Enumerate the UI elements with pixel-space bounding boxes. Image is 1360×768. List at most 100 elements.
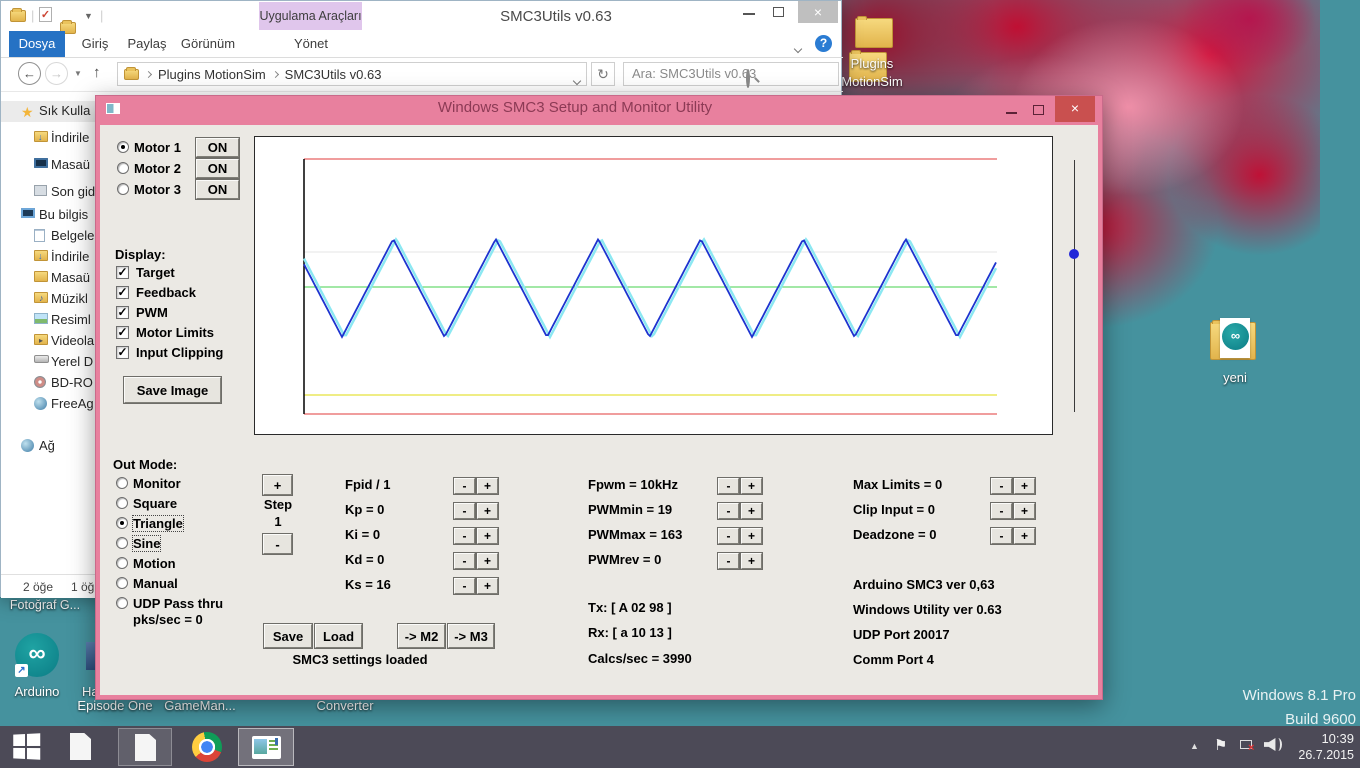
breadcrumb-chevron-icon[interactable]: [272, 70, 279, 77]
minimize-button[interactable]: [743, 13, 755, 15]
nav-divider: [1, 91, 843, 92]
sidebar-item-3[interactable]: Son gid: [1, 182, 97, 203]
sidebar-item-0[interactable]: Sık Kulla: [1, 101, 97, 122]
ribbon-tab-2[interactable]: Paylaş: [121, 31, 173, 57]
ribbon-tab-4[interactable]: Yönet: [283, 31, 339, 57]
desktop-label-gameman[interactable]: GameMan...: [145, 698, 255, 713]
sidebar-item-10[interactable]: Videola: [1, 331, 97, 352]
sidebar-item-label: Müzikl: [51, 291, 88, 306]
computer-icon: [21, 208, 35, 218]
videos-folder-icon: [34, 334, 48, 345]
arduino-disc-icon: ∞: [1222, 323, 1249, 350]
sidebar-item-label: Son gid: [51, 184, 95, 199]
icon-label: Arduino: [0, 684, 74, 699]
clock[interactable]: 10:39 26.7.2015: [1292, 730, 1354, 764]
app-folder-icon: [10, 10, 26, 22]
quick-access-doc-check-icon[interactable]: ✓: [39, 7, 52, 22]
sidebar-item-9[interactable]: Resiml: [1, 310, 97, 331]
sidebar-item-label: Masaü: [51, 157, 90, 172]
sidebar-item-4[interactable]: Bu bilgis: [1, 205, 97, 226]
qat-customize-icon[interactable]: ▼: [84, 11, 93, 21]
network-icon: [21, 439, 34, 452]
sidebar-item-5[interactable]: Belgele: [1, 226, 97, 247]
address-bar[interactable]: Plugins MotionSim SMC3Utils v0.63: [117, 62, 587, 86]
taskbar-document-icon[interactable]: [70, 733, 91, 760]
breadcrumb-chevron-icon[interactable]: [145, 70, 152, 77]
sidebar-item-13[interactable]: FreeAg: [1, 394, 97, 415]
taskbar-item-notepad[interactable]: [118, 728, 172, 766]
recent-locations-chevron-icon[interactable]: ▼: [74, 69, 82, 78]
sidebar-item-label: Belgele: [51, 228, 94, 243]
ribbon-tab-1[interactable]: Giriş: [71, 31, 119, 57]
sidebar-item-2[interactable]: Masaü: [1, 155, 97, 176]
disc-drive-icon: [34, 376, 46, 388]
sidebar-item-label: Resiml: [51, 312, 91, 327]
sidebar-item-6[interactable]: İndirile: [1, 247, 97, 268]
desktop-label-converter[interactable]: Converter: [300, 698, 390, 713]
start-button[interactable]: [13, 733, 40, 759]
search-input[interactable]: Ara: SMC3Utils v0.63: [623, 62, 839, 86]
sidebar-item-label: Bu bilgis: [39, 207, 88, 222]
help-icon[interactable]: ?: [815, 35, 832, 52]
taskbar: ▲ ⚑ × 10:39 26.7.2015: [0, 726, 1360, 768]
tray-show-hidden-icons[interactable]: ▲: [1190, 741, 1199, 751]
folder-download-icon: [34, 250, 48, 261]
music-folder-icon: [34, 292, 48, 303]
sidebar-item-label: İndirile: [51, 130, 89, 145]
sidebar-item-label: İndirile: [51, 249, 89, 264]
address-folder-icon: [124, 69, 139, 80]
taskbar-item-smc3[interactable]: [238, 728, 294, 766]
local-disk-icon: [34, 355, 49, 363]
separator: |: [100, 8, 103, 23]
explorer-window-title: SMC3Utils v0.63: [451, 8, 661, 25]
sidebar-item-8[interactable]: Müzikl: [1, 289, 97, 310]
recent-places-icon: [34, 185, 47, 196]
volume-icon[interactable]: [1264, 738, 1288, 752]
windows-logo-icon: [13, 734, 25, 746]
breadcrumb-segment[interactable]: Plugins MotionSim: [158, 67, 266, 82]
sidebar-item-7[interactable]: Masaü: [1, 268, 97, 289]
maximize-button[interactable]: [773, 7, 784, 17]
breadcrumb-segment[interactable]: SMC3Utils v0.63: [285, 67, 382, 82]
smc3-minimize-button[interactable]: [1006, 112, 1017, 114]
desktop-icon-yeni[interactable]: ∞ yeni: [1198, 314, 1272, 352]
sidebar-item-label: Masaü: [51, 270, 90, 285]
ribbon-expand-chevron-icon[interactable]: [795, 39, 801, 57]
documents-icon: [34, 229, 45, 242]
back-button[interactable]: ←: [18, 62, 41, 85]
smc3-maximize-button[interactable]: [1033, 105, 1044, 115]
desktop-icon-plugins-motionsim[interactable]: Plugins MotionSim: [845, 12, 883, 72]
sidebar-item-14[interactable]: Ağ: [1, 436, 97, 457]
sidebar-item-label: FreeAg: [51, 396, 94, 411]
ribbon-tab-0[interactable]: Dosya: [9, 31, 65, 57]
context-tab-application-tools[interactable]: Uygulama Araçları: [259, 2, 362, 30]
sidebar-item-11[interactable]: Yerel D: [1, 352, 97, 373]
smc3-app-icon: [252, 736, 281, 759]
up-button[interactable]: ↑: [93, 64, 101, 81]
ribbon-tab-3[interactable]: Görünüm: [175, 31, 241, 57]
ribbon-divider: [1, 57, 843, 58]
taskbar-chrome-icon[interactable]: [192, 732, 222, 762]
refresh-button[interactable]: ↻: [591, 62, 615, 86]
folder-download-icon: [34, 131, 48, 142]
clock-time: 10:39: [1292, 730, 1354, 747]
address-dropdown-chevron-icon[interactable]: [574, 71, 580, 89]
folder-icon: [34, 271, 48, 282]
smc3-window-title: Windows SMC3 Setup and Monitor Utility: [100, 99, 1050, 116]
desktop-label-fotograf[interactable]: Fotoğraf G...: [0, 598, 90, 612]
search-placeholder: Ara: SMC3Utils v0.63: [632, 66, 756, 81]
document-icon: [135, 734, 156, 761]
close-button[interactable]: ×: [798, 1, 838, 23]
smc3-close-button[interactable]: ×: [1055, 96, 1095, 122]
selected-count: 1 öğ: [71, 580, 94, 594]
sidebar-item-12[interactable]: BD-RO: [1, 373, 97, 394]
star-icon: [21, 104, 34, 122]
windows-version-watermark: Windows 8.1 Pro Build 9600: [1150, 684, 1356, 732]
action-center-flag-icon[interactable]: ⚑: [1214, 736, 1227, 754]
network-status-icon[interactable]: ×: [1240, 738, 1260, 756]
forward-button[interactable]: →: [45, 62, 68, 85]
folder-icon: [855, 18, 893, 48]
item-count: 2 öğe: [23, 580, 53, 594]
icon-label: yeni: [1198, 370, 1272, 385]
sidebar-item-1[interactable]: İndirile: [1, 128, 97, 149]
